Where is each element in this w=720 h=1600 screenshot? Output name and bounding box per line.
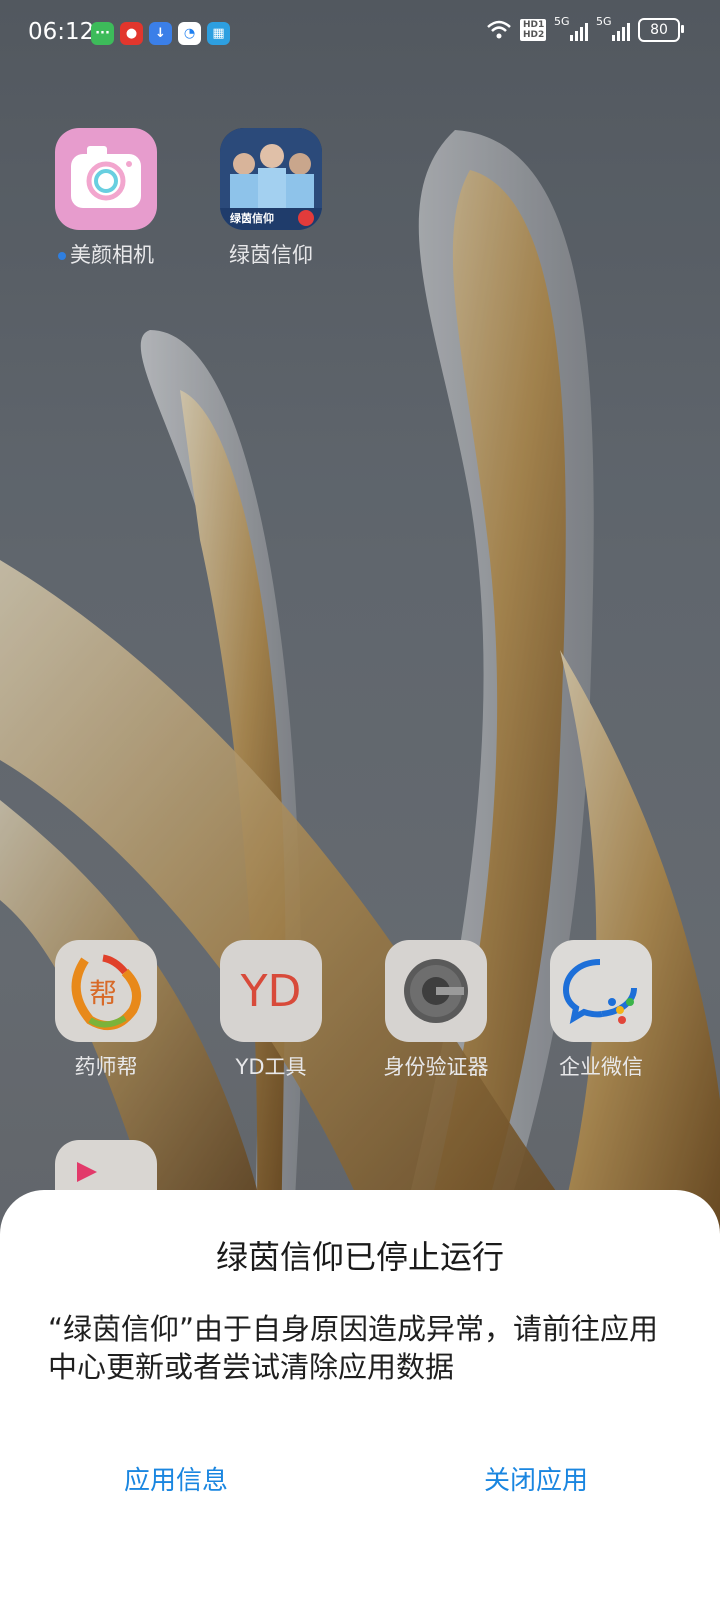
notification-icons: ··· ● ↓ ◔ ▦ [91,22,230,45]
sim2-signal-icon: 5G [596,15,630,41]
hd-badge: HD1 HD2 [520,19,546,41]
browser-icon: ◔ [178,22,201,45]
pharmacy-glyph: 帮 [89,977,118,1010]
clock: 06:12 [28,19,95,45]
app-yd-tool[interactable]: YD YD工具 [201,940,341,1081]
download-icon: ↓ [149,22,172,45]
football-game-icon: 绿茵信仰 [220,128,322,230]
app-meiyan-camera[interactable]: 美颜相机 [36,128,176,269]
app-wecom[interactable]: 企业微信 [531,940,671,1081]
dialog-message: “绿茵信仰”由于自身原因造成异常，请前往应用中心更新或者尝试清除应用数据 [48,1312,659,1384]
app-label: YD工具 [235,1055,307,1079]
wecom-icon [550,940,652,1042]
app-label: 绿茵信仰 [229,243,313,267]
grid-icon: ▦ [207,22,230,45]
new-dot [58,252,66,260]
app-label: 药师帮 [74,1055,138,1079]
yd-app-icon: YD [220,940,322,1042]
camera-app-icon [55,128,157,230]
news-icon: ● [120,22,143,45]
status-bar: 06:12 ··· ● ↓ ◔ ▦ HD1 HD2 5G 5G 80 [0,0,720,66]
app-label: 身份验证器 [383,1055,489,1079]
close-app-button[interactable]: 关闭应用 [484,1460,588,1497]
wifi-icon [487,20,511,39]
app-label: 企业微信 [559,1055,643,1079]
pharmacy-app-icon: 帮 [55,940,157,1042]
app-yaoshibang[interactable]: 帮 药师帮 [36,940,176,1081]
dialog-title: 绿茵信仰已停止运行 [215,1238,504,1276]
sim1-signal-icon: 5G [554,15,588,41]
app-crash-dialog: 绿茵信仰已停止运行 “绿茵信仰”由于自身原因造成异常，请前往应用中心更新或者尝试… [0,1190,720,1600]
authenticator-icon [385,940,487,1042]
app-label: 美颜相机 [36,239,176,269]
system-status-icons: HD1 HD2 5G 5G 80 [486,15,684,42]
app-lvyin-xinyang[interactable]: 绿茵信仰 绿茵信仰 [201,128,341,269]
app-info-button[interactable]: 应用信息 [124,1460,228,1497]
game-logo-text: 绿茵信仰 [230,212,274,225]
app-authenticator[interactable]: 身份验证器 [366,940,506,1081]
message-icon: ··· [91,22,114,45]
battery-icon: 80 [638,18,684,42]
